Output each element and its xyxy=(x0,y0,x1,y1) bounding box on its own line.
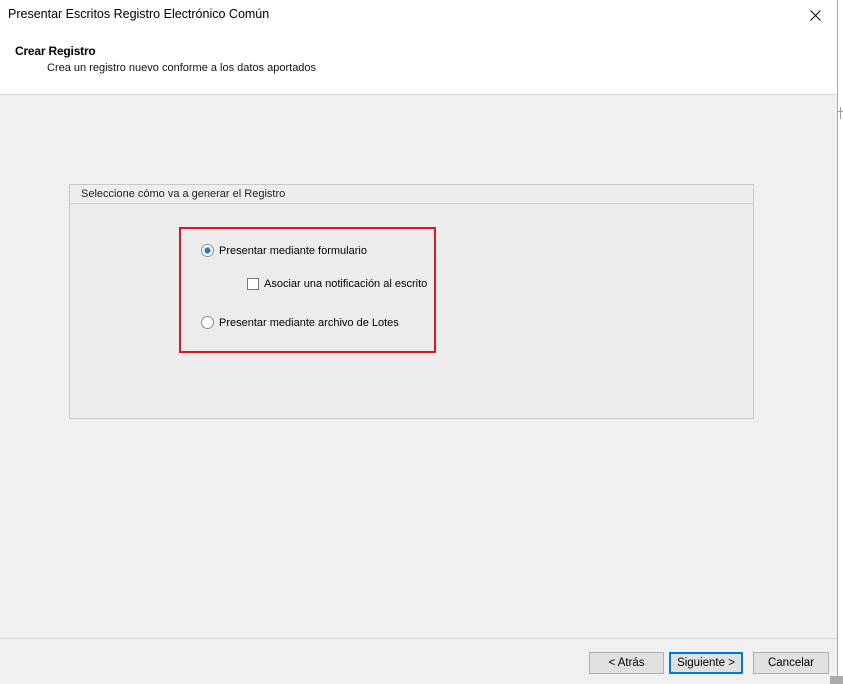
page-title: Crear Registro xyxy=(15,44,96,58)
edge-mark xyxy=(830,676,843,684)
close-icon xyxy=(809,9,821,21)
cancel-button[interactable]: Cancelar xyxy=(753,652,829,674)
radio-presentar-lotes[interactable]: Presentar mediante archivo de Lotes xyxy=(201,316,399,329)
radio-button-unchecked[interactable] xyxy=(201,316,214,329)
window-title: Presentar Escritos Registro Electrónico … xyxy=(8,7,270,21)
footer-divider xyxy=(0,638,837,639)
radio-button-checked[interactable] xyxy=(201,244,214,257)
next-button[interactable]: Siguiente > xyxy=(669,652,743,674)
wizard-header: Crear Registro Crea un registro nuevo co… xyxy=(0,30,837,95)
close-button[interactable] xyxy=(792,0,837,30)
wizard-window: Presentar Escritos Registro Electrónico … xyxy=(0,0,838,684)
page-subtitle: Crea un registro nuevo conforme a los da… xyxy=(47,62,317,74)
radio-presentar-formulario[interactable]: Presentar mediante formulario xyxy=(201,244,367,257)
group-header: Seleccione cómo va a generar el Registro xyxy=(70,185,753,204)
option-label: Asociar una notificación al escrito xyxy=(264,278,428,290)
checkbox-unchecked[interactable] xyxy=(247,278,259,290)
group-title: Seleccione cómo va a generar el Registro xyxy=(81,188,286,200)
title-bar: Presentar Escritos Registro Electrónico … xyxy=(0,0,837,30)
option-label: Presentar mediante formulario xyxy=(219,244,367,257)
option-label: Presentar mediante archivo de Lotes xyxy=(219,316,399,329)
background-edge xyxy=(838,0,843,684)
checkbox-asociar-notificacion[interactable]: Asociar una notificación al escrito xyxy=(247,278,427,290)
edge-mark xyxy=(840,107,841,119)
back-button[interactable]: < Atrás xyxy=(589,652,664,674)
